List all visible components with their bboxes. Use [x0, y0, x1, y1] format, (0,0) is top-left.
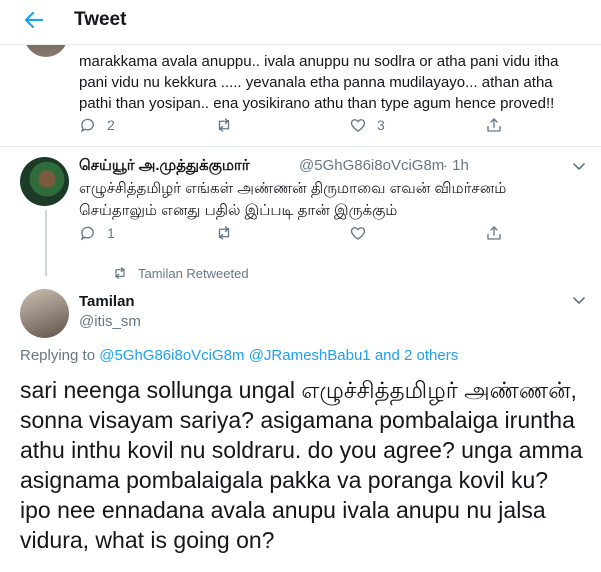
- like-button[interactable]: 3: [349, 116, 385, 134]
- avatar[interactable]: [20, 289, 69, 338]
- speech-bubble-icon: [80, 226, 94, 241]
- mention-link[interactable]: @5GhG86i8oVciG8m: [99, 347, 244, 364]
- like-button[interactable]: [349, 224, 377, 242]
- share-upload-icon: [487, 118, 501, 132]
- chevron-down-icon[interactable]: [571, 292, 587, 308]
- top-bar: Tweet: [0, 0, 601, 45]
- retweet-arrows-icon: [115, 267, 125, 279]
- retweet-button[interactable]: [215, 224, 243, 242]
- replying-prefix: Replying to: [20, 347, 96, 364]
- heart-icon: [350, 227, 366, 240]
- like-count: 3: [377, 117, 385, 133]
- reply-count: 2: [107, 117, 115, 133]
- tweet-actions: 2 3: [79, 116, 509, 138]
- share-button[interactable]: [485, 224, 503, 242]
- others-link[interactable]: and 2 others: [375, 347, 458, 364]
- heart-icon: [350, 119, 366, 132]
- tweet-actions: 1: [79, 224, 509, 246]
- avatar[interactable]: [20, 157, 69, 206]
- user-handle[interactable]: @5GhG86i8oVciG8m: [299, 157, 444, 174]
- tweet-time[interactable]: · 1h: [443, 157, 469, 174]
- retweeted-label[interactable]: Tamilan Retweeted: [138, 266, 249, 281]
- chevron-down-icon[interactable]: [571, 158, 587, 174]
- share-button[interactable]: [485, 116, 503, 134]
- retweet-context: Tamilan Retweeted: [112, 265, 249, 281]
- divider: [0, 146, 601, 147]
- tweet-text: எழுச்சித்தமிழர் எங்கள் அண்ணன் திருமாவை எ…: [79, 180, 507, 219]
- retweet-arrows-icon: [218, 226, 230, 240]
- retweet-arrows-icon: [218, 118, 230, 132]
- retweet-button[interactable]: [215, 116, 243, 134]
- mention-link[interactable]: @JRameshBabu1: [249, 347, 371, 364]
- tweet-text: marakkama avala anuppu.. ivala anuppu nu…: [79, 53, 559, 112]
- reply-button[interactable]: 1: [79, 224, 115, 242]
- back-arrow-icon[interactable]: [22, 8, 48, 34]
- speech-bubble-icon: [80, 118, 94, 133]
- display-name[interactable]: Tamilan: [79, 293, 135, 310]
- display-name[interactable]: செய்யூர் அ.முத்துக்குமார்: [79, 157, 250, 176]
- reply-count: 1: [107, 225, 115, 241]
- replying-to: Replying to @5GhG86i8oVciG8m @JRameshBab…: [20, 347, 458, 364]
- page-title: Tweet: [74, 9, 127, 30]
- user-handle[interactable]: @itis_sm: [79, 313, 141, 330]
- share-upload-icon: [487, 226, 501, 240]
- thread-line: [45, 210, 47, 276]
- tweet-text: sari neenga sollunga ungal எழுச்சித்தமிழ…: [20, 377, 583, 553]
- reply-button[interactable]: 2: [79, 116, 115, 134]
